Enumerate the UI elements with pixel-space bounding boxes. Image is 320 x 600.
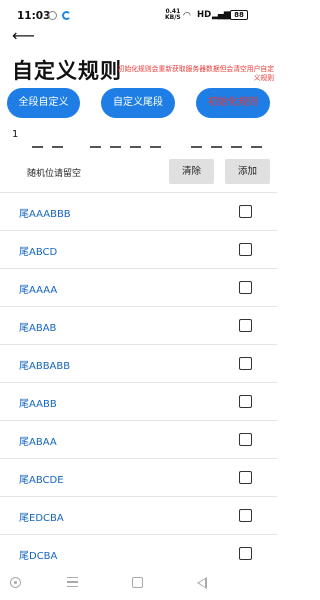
rule-label: 尾ABAB [19, 323, 57, 334]
notification-app-icon [48, 11, 57, 20]
custom-segment-button[interactable]: 全段自定义 [7, 88, 80, 118]
rule-label: 尾DCBA [19, 551, 58, 562]
digit-slot [90, 146, 101, 148]
nav-menu-icon[interactable] [67, 577, 78, 587]
clear-button[interactable]: 清除 [169, 159, 214, 184]
signal-icon: ▂▄▆ [212, 10, 231, 20]
network-speed-unit: KB/S [165, 14, 181, 21]
nav-home-icon[interactable] [132, 577, 143, 588]
back-arrow-icon[interactable]: ⟵ [12, 28, 35, 44]
add-button[interactable]: 添加 [225, 159, 270, 184]
rule-checkbox[interactable] [239, 205, 252, 218]
rule-label: 尾AAAA [19, 285, 58, 296]
list-item[interactable]: 尾ABAA [0, 420, 277, 458]
digit-slot [110, 146, 121, 148]
digit-slot [130, 146, 141, 148]
random-digit-hint: 随机位请留空 [27, 169, 82, 179]
rule-label: 尾AAABBB [19, 209, 71, 220]
list-item[interactable]: 尾ABBABB [0, 344, 277, 382]
list-item[interactable]: 尾ABAB [0, 306, 277, 344]
list-item[interactable]: 尾AAABBB [0, 192, 277, 230]
nav-back-icon[interactable] [197, 577, 207, 589]
battery-icon: 88 [230, 10, 248, 20]
rule-label: 尾ABCDE [19, 475, 64, 486]
list-item[interactable]: 尾ABCD [0, 230, 277, 268]
rule-label: 尾ABBABB [19, 361, 71, 372]
digit-slot [191, 146, 202, 148]
pattern-prefix-input[interactable]: 1 [12, 129, 18, 140]
rule-checkbox[interactable] [239, 471, 252, 484]
list-item[interactable]: 尾EDCBA [0, 496, 277, 534]
pattern-digit-slots[interactable] [0, 146, 277, 148]
list-item[interactable]: 尾ABCDE [0, 458, 277, 496]
rule-checkbox[interactable] [239, 395, 252, 408]
rule-checkbox[interactable] [239, 357, 252, 370]
rule-checkbox[interactable] [239, 509, 252, 522]
list-item[interactable]: 尾AABB [0, 382, 277, 420]
digit-slot [52, 146, 63, 148]
digit-slot [32, 146, 43, 148]
network-speed: 0.41 KB/S [165, 9, 181, 21]
rule-label: 尾ABAA [19, 437, 57, 448]
status-bar: 11:03 0.41 KB/S ◠ HD ▂▄▆ 88 [0, 0, 277, 30]
nav-assistant-icon[interactable] [10, 577, 21, 588]
rule-checkbox[interactable] [239, 547, 252, 560]
rule-checkbox[interactable] [239, 243, 252, 256]
notification-sync-icon [62, 11, 71, 20]
wifi-icon: ◠ [183, 11, 191, 21]
rule-checkbox[interactable] [239, 319, 252, 332]
system-nav-bar [0, 568, 277, 600]
rule-label: 尾EDCBA [19, 513, 64, 524]
hd-indicator: HD [197, 10, 212, 20]
rule-label: 尾AABB [19, 399, 57, 410]
page-title: 自定义规则 [12, 59, 122, 83]
list-item[interactable]: 尾DCBA [0, 534, 277, 572]
digit-slot [150, 146, 161, 148]
digit-slot [231, 146, 242, 148]
custom-tail-button[interactable]: 自定义尾段 [101, 88, 175, 118]
rule-label: 尾ABCD [19, 247, 58, 258]
init-rules-button[interactable]: 初始化规则 [196, 88, 270, 118]
status-time: 11:03 [17, 10, 51, 22]
rule-checkbox[interactable] [239, 281, 252, 294]
rule-checkbox[interactable] [239, 433, 252, 446]
list-item[interactable]: 尾AAAA [0, 268, 277, 306]
init-warning-note: 初始化规则会重新获取服务器数据但会清空用户自定义规则 [117, 65, 274, 82]
digit-slot [211, 146, 222, 148]
digit-slot [251, 146, 262, 148]
